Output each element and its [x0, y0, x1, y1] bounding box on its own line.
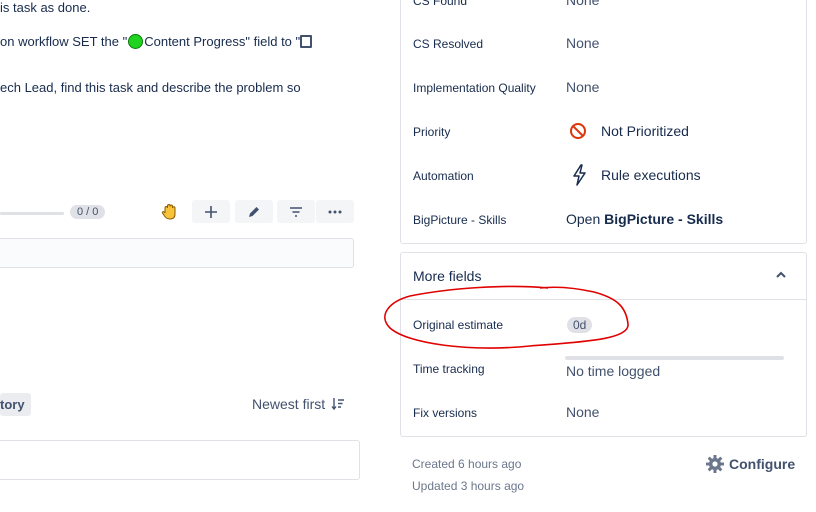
pencil-icon: [249, 206, 259, 217]
description-line-2-prefix: on workflow SET the ": [0, 34, 128, 49]
filter-checklist-button[interactable]: [277, 200, 315, 223]
puzzle-emoji-icon: [300, 35, 313, 48]
description-line-2-suffix: Content Progress" field to ": [144, 34, 301, 49]
field-label-automation: Automation: [413, 169, 474, 183]
sort-descending-icon: [331, 398, 345, 411]
comment-input[interactable]: [0, 440, 360, 480]
field-label-implementation-quality: Implementation Quality: [413, 81, 536, 95]
fix-versions-value[interactable]: None: [566, 404, 599, 420]
raised-hand-icon[interactable]: [160, 203, 180, 221]
edit-checklist-button[interactable]: [235, 200, 273, 223]
field-label-cs-resolved: CS Resolved: [413, 37, 484, 51]
field-value-bigpicture-skills[interactable]: Open BigPicture - Skills: [566, 211, 723, 227]
bigpicture-open-text: Open: [566, 211, 605, 227]
history-tab-label: tory: [0, 397, 25, 412]
field-value-cs-resolved[interactable]: None: [566, 35, 599, 51]
annotation-circle: [384, 285, 629, 349]
field-value-automation[interactable]: Rule executions: [601, 167, 701, 183]
lightning-icon: [571, 164, 587, 186]
field-label-time-tracking: Time tracking: [413, 362, 485, 376]
time-tracking-bar: [565, 356, 784, 360]
field-label-bigpicture-skills: BigPicture - Skills: [413, 213, 507, 227]
checklist-progress-count: 0 / 0: [70, 205, 106, 219]
gear-icon: [706, 455, 724, 473]
field-label-cs-found: CS Found: [413, 0, 468, 8]
field-label-priority: Priority: [413, 125, 451, 139]
description-line-1: is task as done.: [0, 0, 91, 15]
more-actions-button[interactable]: [316, 200, 354, 223]
chevron-up-icon[interactable]: [774, 268, 788, 282]
field-value-priority[interactable]: Not Prioritized: [601, 123, 689, 139]
filter-icon: [290, 206, 302, 217]
green-circle-icon: [128, 34, 144, 49]
field-value-cs-found[interactable]: None: [566, 0, 599, 8]
not-prioritized-icon: [569, 122, 587, 140]
history-tab[interactable]: tory: [0, 393, 31, 416]
updated-timestamp: Updated 3 hours ago: [412, 479, 525, 493]
sort-order-label: Newest first: [252, 396, 326, 412]
description-line-2: on workflow SET the " Content Progress" f…: [0, 34, 313, 49]
plus-icon: [205, 205, 217, 218]
add-checklist-button[interactable]: [192, 200, 230, 223]
field-label-fix-versions: Fix versions: [413, 406, 478, 420]
more-dots-icon: [328, 210, 342, 213]
time-tracking-value[interactable]: No time logged: [566, 363, 660, 379]
sort-order-button[interactable]: Newest first: [252, 396, 345, 412]
configure-label: Configure: [729, 456, 796, 472]
bigpicture-link[interactable]: BigPicture - Skills: [604, 211, 723, 227]
created-timestamp: Created 6 hours ago: [412, 457, 522, 471]
checklist-add-item-input[interactable]: [0, 238, 354, 268]
description-line-3: ech Lead, find this task and describe th…: [0, 80, 301, 95]
checklist-progress-bar: [0, 212, 64, 215]
field-value-implementation-quality[interactable]: None: [566, 79, 599, 95]
configure-button[interactable]: Configure: [705, 454, 795, 474]
